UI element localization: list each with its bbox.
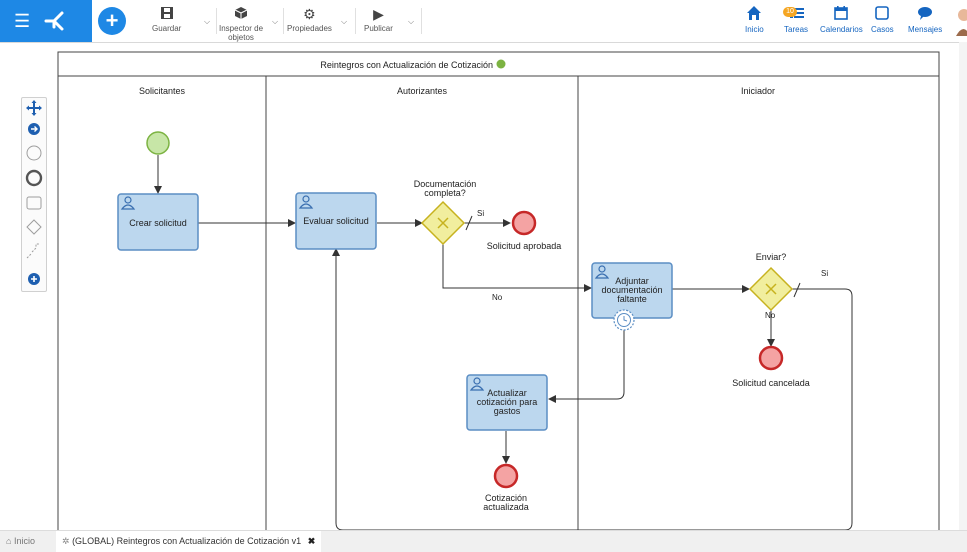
tasks-badge: 10 <box>783 7 797 17</box>
end-event-label: Solicitud aprobada <box>487 241 562 251</box>
home-icon: ⌂ <box>6 536 12 546</box>
menu-icon[interactable]: ☰ <box>14 12 30 30</box>
task-evaluar-solicitud[interactable]: Evaluar solicitud <box>295 192 377 250</box>
inspector-label-1: Inspector de <box>219 24 264 33</box>
task-label: Crear solicitud <box>129 218 187 228</box>
publish-dropdown-icon[interactable]: ⌵ <box>408 17 414 27</box>
inspector-dropdown-icon[interactable]: ⌵ <box>272 17 278 27</box>
cases-icon <box>871 4 894 24</box>
status-bar: ⌂ Inicio ✲ (GLOBAL) Reintegros con Actua… <box>0 530 967 552</box>
pool-title: Reintegros con Actualización de Cotizaci… <box>320 60 493 70</box>
nav-calendars[interactable]: Calendarios <box>820 4 863 35</box>
more-tools-icon[interactable] <box>28 273 40 285</box>
toolbar-divider <box>421 8 422 34</box>
lane-title-solicitantes: Solicitantes <box>139 86 186 96</box>
add-button[interactable]: + <box>98 7 126 35</box>
status-home-label: Inicio <box>13 536 35 546</box>
task-label: Evaluar solicitud <box>303 216 369 226</box>
task-adjuntar-documentacion[interactable]: Adjuntar documentación faltante <box>591 262 673 319</box>
pool <box>57 51 940 530</box>
home-icon <box>745 4 764 24</box>
close-icon[interactable]: ✖ <box>308 536 316 546</box>
vertical-scrollbar[interactable] <box>959 42 967 530</box>
play-icon: ▶ <box>373 6 384 22</box>
home-label: Inicio <box>745 25 764 34</box>
task-label-line3: faltante <box>617 294 647 304</box>
tasks-label: Tareas <box>784 25 809 34</box>
shape-palette <box>21 97 47 292</box>
tab-label: (GLOBAL) Reintegros con Actualización de… <box>72 536 302 546</box>
end-event-tool-icon[interactable] <box>25 169 43 187</box>
gateway-tool-icon[interactable] <box>26 219 42 235</box>
top-toolbar: ☰ + Guardar ⌵ Inspector de objetos ⌵ ⚙ P… <box>0 0 967 43</box>
save-button[interactable]: Guardar <box>152 6 181 33</box>
flow-label-no: No <box>765 311 776 320</box>
end-event-solicitud-cancelada[interactable] <box>758 345 784 371</box>
properties-button[interactable]: ⚙ Propiedades <box>287 6 332 33</box>
save-label: Guardar <box>152 24 182 33</box>
properties-dropdown-icon[interactable]: ⌵ <box>341 17 347 27</box>
calendars-label: Calendarios <box>820 25 863 34</box>
lane-title-iniciador: Iniciador <box>741 86 775 96</box>
publish-button[interactable]: ▶ Publicar <box>364 6 393 33</box>
start-event-tool-icon[interactable] <box>26 145 42 161</box>
process-diagram: Reintegros con Actualización de Cotizaci… <box>57 51 940 530</box>
annotation-tool-icon[interactable] <box>26 243 40 259</box>
properties-label: Propiedades <box>287 24 332 33</box>
flow-label-no: No <box>492 293 503 302</box>
flow-label-si: Si <box>477 209 484 218</box>
task-crear-solicitud[interactable]: Crear solicitud <box>117 193 199 251</box>
connector-tool-icon[interactable] <box>28 123 40 135</box>
end-event-label-line2: actualizada <box>483 502 529 512</box>
cube-icon <box>219 6 263 22</box>
timer-boundary-event-icon[interactable] <box>613 309 635 331</box>
tab-process[interactable]: ✲ (GLOBAL) Reintegros con Actualización … <box>56 531 322 552</box>
move-icon[interactable] <box>26 100 42 116</box>
start-event[interactable] <box>146 131 170 155</box>
status-home-link[interactable]: ⌂ Inicio <box>6 536 35 546</box>
process-status-icon <box>496 59 506 69</box>
save-dropdown-icon[interactable]: ⌵ <box>204 17 210 27</box>
end-event-cotizacion-actualizada[interactable] <box>493 463 519 489</box>
messages-label: Mensajes <box>908 25 943 34</box>
inspector-label-2: objetos <box>228 33 254 42</box>
object-inspector-button[interactable]: Inspector de objetos <box>219 6 263 42</box>
task-tool-icon[interactable] <box>26 196 42 210</box>
toolbar-divider <box>355 8 356 34</box>
save-icon <box>152 6 181 22</box>
gateway-label-line2: completa? <box>424 188 466 198</box>
end-event-solicitud-aprobada[interactable] <box>511 210 537 236</box>
flow-label-si: Si <box>821 269 828 278</box>
task-actualizar-cotizacion[interactable]: Actualizar cotización para gastos <box>466 374 548 431</box>
app-logo-icon[interactable] <box>42 9 70 33</box>
end-event-label: Solicitud cancelada <box>732 378 810 388</box>
user-avatar[interactable] <box>954 6 967 36</box>
toolbar-divider <box>283 8 284 34</box>
chat-icon <box>908 4 942 24</box>
process-tab-icon: ✲ <box>62 536 70 546</box>
gear-icon: ⚙ <box>303 6 316 22</box>
toolbar-divider <box>216 8 217 34</box>
brand-area: ☰ <box>0 0 92 42</box>
lane-title-autorizantes: Autorizantes <box>397 86 448 96</box>
cases-label: Casos <box>871 25 894 34</box>
task-label-line3: gastos <box>494 406 521 416</box>
nav-cases[interactable]: Casos <box>871 4 894 35</box>
calendar-icon <box>820 4 863 24</box>
nav-messages[interactable]: Mensajes <box>908 4 942 35</box>
gateway-label: Enviar? <box>756 252 787 262</box>
nav-home[interactable]: Inicio <box>745 4 764 35</box>
publish-label: Publicar <box>364 24 393 33</box>
